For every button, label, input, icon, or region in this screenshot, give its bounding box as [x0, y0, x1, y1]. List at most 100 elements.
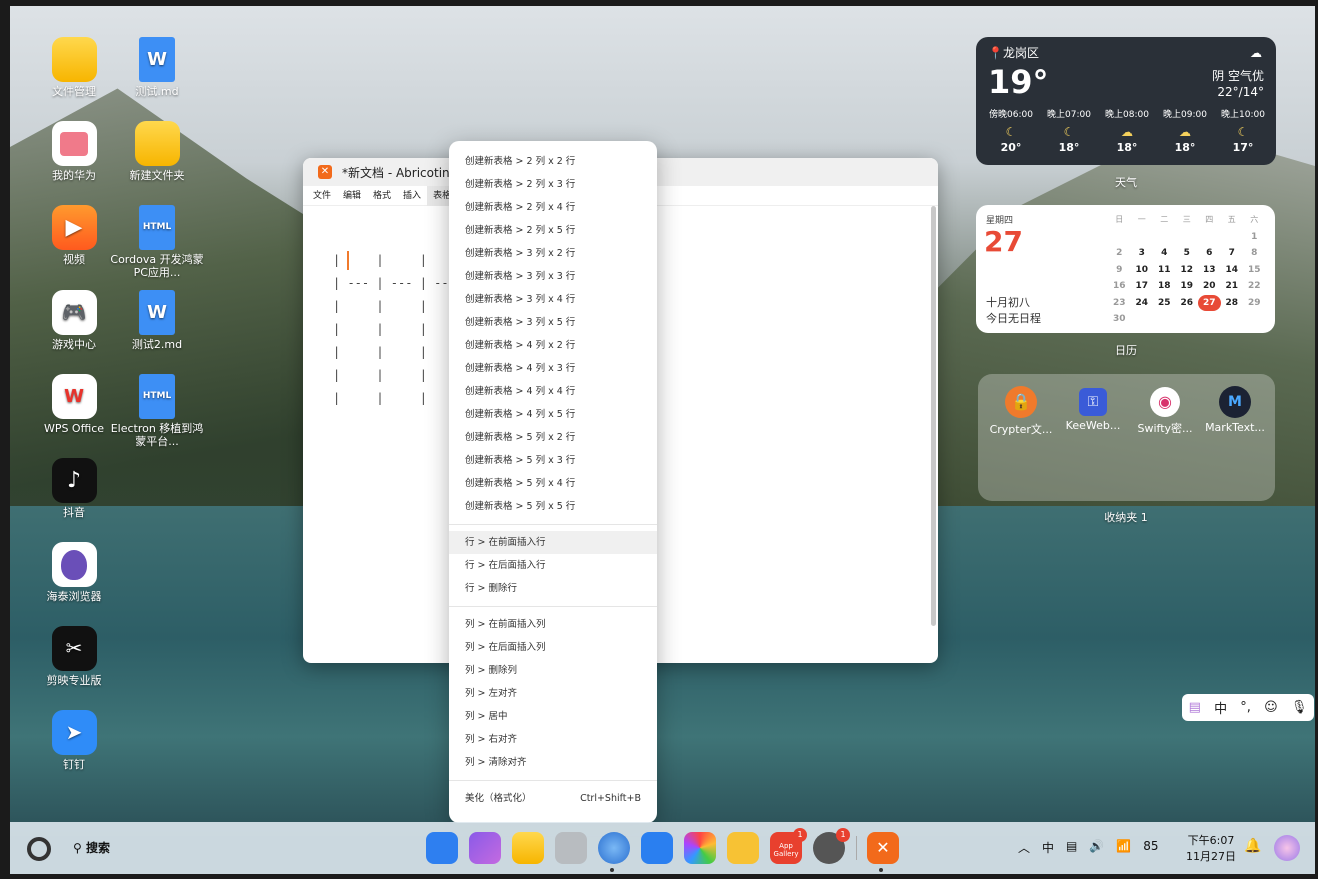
- clipboard-icon[interactable]: ▤: [1189, 700, 1201, 715]
- folder-widget[interactable]: 🔒 Crypter文... ⚿ KeeWeb... ◉ Swifty密... M…: [978, 374, 1275, 501]
- calendar-day-cell[interactable]: [1243, 311, 1266, 328]
- calendar-day-cell[interactable]: 3: [1131, 245, 1154, 262]
- context-menu-item[interactable]: 行 > 在前面插入行: [449, 531, 657, 554]
- calendar-day-cell[interactable]: 5: [1176, 245, 1199, 262]
- calendar-day-cell[interactable]: 21: [1221, 278, 1244, 295]
- context-menu-item[interactable]: 行 > 删除行: [449, 577, 657, 600]
- menu-format[interactable]: 格式: [367, 186, 397, 206]
- calendar-day-cell[interactable]: 12: [1176, 262, 1199, 279]
- menu-edit[interactable]: 编辑: [337, 186, 367, 206]
- editor-line[interactable]: | --- | --- | --: [333, 276, 449, 290]
- desktop-icon-capcut[interactable]: ✂ 剪映专业版: [24, 626, 124, 687]
- calendar-day-cell[interactable]: 18: [1153, 278, 1176, 295]
- ime-toolbar[interactable]: ▤ 中 °, ☺ 🎙: [1182, 694, 1314, 721]
- context-menu-item[interactable]: 创建新表格 > 5 列 x 3 行: [449, 449, 657, 472]
- editor-scrollbar[interactable]: [931, 206, 936, 626]
- editor-line[interactable]: | | |: [333, 299, 449, 313]
- calendar-day-cell[interactable]: 23: [1108, 295, 1131, 312]
- microphone-icon[interactable]: 🎙: [1291, 700, 1308, 715]
- calendar-day-cell[interactable]: 14: [1221, 262, 1244, 279]
- context-menu-item[interactable]: 创建新表格 > 4 列 x 4 行: [449, 380, 657, 403]
- wifi-icon[interactable]: 📶: [1116, 839, 1131, 856]
- calendar-day-cell[interactable]: 24: [1131, 295, 1154, 312]
- context-menu-item[interactable]: 创建新表格 > 2 列 x 2 行: [449, 150, 657, 173]
- taskbar-app-settings[interactable]: 1: [813, 828, 850, 864]
- calendar-day-cell[interactable]: 28: [1221, 295, 1244, 312]
- clock[interactable]: 下午6:07 11月27日: [1186, 832, 1236, 864]
- calendar-day-cell[interactable]: [1176, 229, 1199, 246]
- calendar-day-cell[interactable]: 25: [1153, 295, 1176, 312]
- calendar-day-cell[interactable]: [1198, 311, 1221, 328]
- calendar-day-cell[interactable]: 13: [1198, 262, 1221, 279]
- volume-icon[interactable]: 🔊: [1089, 839, 1104, 856]
- calendar-day-cell[interactable]: 22: [1243, 278, 1266, 295]
- desktop-icon-dingtalk[interactable]: ➤ 钉钉: [24, 710, 124, 771]
- calendar-day-cell[interactable]: [1221, 311, 1244, 328]
- calendar-today[interactable]: 27: [1198, 294, 1221, 311]
- calendar-day-cell[interactable]: 1: [1243, 229, 1266, 246]
- ime-mode-toggle[interactable]: 中: [1214, 698, 1227, 717]
- desktop-icon-test2-md[interactable]: W 测试2.md: [107, 290, 207, 351]
- calendar-day-cell[interactable]: [1153, 311, 1176, 328]
- context-menu-item[interactable]: 美化（格式化） Ctrl+Shift+B: [449, 787, 657, 810]
- calendar-day-cell[interactable]: 8: [1243, 245, 1266, 262]
- menu-file[interactable]: 文件: [307, 186, 337, 206]
- context-menu-item[interactable]: 列 > 在后面插入列: [449, 636, 657, 659]
- calendar-day-cell[interactable]: 20: [1198, 278, 1221, 295]
- taskbar-app-browser[interactable]: [598, 832, 630, 864]
- taskbar-app-appgallery[interactable]: App Gallery 1: [770, 828, 807, 864]
- context-menu-item[interactable]: 创建新表格 > 4 列 x 2 行: [449, 334, 657, 357]
- calendar-day-cell[interactable]: 15: [1243, 262, 1266, 279]
- taskbar-app-multitask[interactable]: [469, 832, 501, 864]
- calendar-day-cell[interactable]: [1108, 229, 1131, 246]
- context-menu-item[interactable]: 创建新表格 > 2 列 x 3 行: [449, 173, 657, 196]
- context-menu-item[interactable]: 创建新表格 > 3 列 x 5 行: [449, 311, 657, 334]
- calendar-day-cell[interactable]: [1131, 229, 1154, 246]
- desktop-icon-test-md[interactable]: W 测试.md: [107, 37, 207, 98]
- context-menu-item[interactable]: 创建新表格 > 4 列 x 5 行: [449, 403, 657, 426]
- context-menu-item[interactable]: 创建新表格 > 4 列 x 3 行: [449, 357, 657, 380]
- calendar-day-cell[interactable]: 2: [1108, 245, 1131, 262]
- taskbar-app-launcher[interactable]: [426, 832, 458, 864]
- folder-app-crypter[interactable]: 🔒 Crypter文...: [986, 386, 1056, 437]
- editor-line[interactable]: | | |: [333, 345, 449, 359]
- desktop-icon-douyin[interactable]: ♪ 抖音: [24, 458, 124, 519]
- folder-app-marktext[interactable]: M MarkText...: [1200, 386, 1270, 434]
- calendar-widget[interactable]: 星期四 27 十月初八 今日无日程 日一二三四五六 1 2 3 4 5 6 7 8 9 10 11 12…: [976, 205, 1275, 333]
- context-menu-item[interactable]: 创建新表格 > 2 列 x 5 行: [449, 219, 657, 242]
- start-button-icon[interactable]: [27, 837, 51, 861]
- menu-insert[interactable]: 插入: [397, 186, 427, 206]
- calendar-day-cell[interactable]: 7: [1221, 245, 1244, 262]
- calendar-day-cell[interactable]: 29: [1243, 295, 1266, 312]
- editor-line[interactable]: | | |: [333, 322, 449, 336]
- clipboard-tray-icon[interactable]: ▤: [1066, 839, 1077, 856]
- context-menu-item[interactable]: 创建新表格 > 5 列 x 2 行: [449, 426, 657, 449]
- context-menu-item[interactable]: 创建新表格 > 3 列 x 3 行: [449, 265, 657, 288]
- context-menu-item[interactable]: 列 > 左对齐: [449, 682, 657, 705]
- calendar-day-cell[interactable]: [1198, 229, 1221, 246]
- calendar-day-cell[interactable]: [1153, 229, 1176, 246]
- taskbar-app-abricotine[interactable]: ✕: [867, 832, 899, 864]
- desktop-icon-browser[interactable]: 海泰浏览器: [24, 542, 124, 603]
- editor-line[interactable]: | | |: [333, 368, 449, 382]
- context-menu-item[interactable]: 列 > 删除列: [449, 659, 657, 682]
- calendar-day-cell[interactable]: 26: [1176, 295, 1199, 312]
- calendar-day-cell[interactable]: 19: [1176, 278, 1199, 295]
- taskbar-app-trash[interactable]: [555, 832, 587, 864]
- taskbar-app-notes[interactable]: [727, 832, 759, 864]
- editor-line[interactable]: | | |: [333, 391, 449, 405]
- ime-punctuation-toggle[interactable]: °,: [1240, 700, 1251, 715]
- context-menu-item[interactable]: 列 > 右对齐: [449, 728, 657, 751]
- calendar-day-cell[interactable]: [1131, 311, 1154, 328]
- search-button[interactable]: ⚲ 搜索: [73, 839, 110, 856]
- battery-icon[interactable]: 85: [1143, 839, 1158, 856]
- context-menu-item[interactable]: 创建新表格 > 3 列 x 4 行: [449, 288, 657, 311]
- taskbar-app-gallery[interactable]: [684, 832, 716, 864]
- ime-tray-icon[interactable]: 中: [1042, 839, 1054, 856]
- editor-line[interactable]: | | |: [333, 253, 449, 267]
- folder-app-swifty[interactable]: ◉ Swifty密...: [1130, 386, 1200, 436]
- context-menu-item[interactable]: 创建新表格 > 3 列 x 2 行: [449, 242, 657, 265]
- context-menu-item[interactable]: 创建新表格 > 5 列 x 5 行: [449, 495, 657, 518]
- calendar-day-cell[interactable]: 9: [1108, 262, 1131, 279]
- weather-widget[interactable]: 📍龙岗区 ☁ 19° 阴 空气优 22°/14° 傍晚06:00 ☾ 20° 晚上07…: [976, 37, 1276, 165]
